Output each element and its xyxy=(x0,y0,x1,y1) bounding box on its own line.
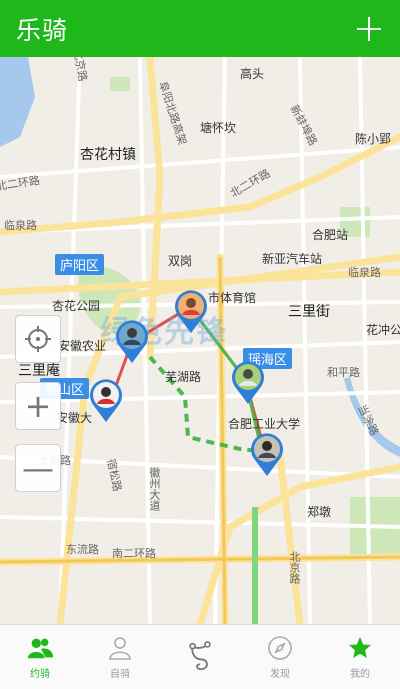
map-label: 合肥站 xyxy=(312,228,349,242)
rider-pin[interactable] xyxy=(172,289,210,335)
person-icon xyxy=(106,634,134,662)
map-label: 安徽农业 xyxy=(58,339,107,353)
map-label: 合肥工业大学 xyxy=(228,417,301,431)
tab-label: 自骑 xyxy=(110,669,130,680)
star-icon xyxy=(346,634,374,662)
rider-pin[interactable] xyxy=(248,432,286,478)
map-label: 三里庵 xyxy=(18,363,60,379)
map-label: 陈小郢 xyxy=(355,132,392,146)
group-icon xyxy=(26,634,54,662)
crosshair-icon xyxy=(25,326,51,352)
tab-bar: 约骑 自骑 发现 我的 xyxy=(0,624,400,689)
map-label: 南二环路 xyxy=(112,547,156,560)
tab-route[interactable] xyxy=(160,625,240,689)
tab-label: 发现 xyxy=(270,669,290,680)
map-label: 杏花公园 xyxy=(52,299,101,313)
zoom-in-button[interactable]: + xyxy=(15,382,61,430)
map-label: 郑墩 xyxy=(307,505,332,519)
map-label: 芜湖路 xyxy=(165,370,202,384)
map-label: 市体育馆 xyxy=(208,291,257,305)
rider-pin[interactable] xyxy=(229,360,267,406)
route-icon xyxy=(186,640,214,670)
rider-pin[interactable] xyxy=(87,378,125,424)
compass-icon xyxy=(266,634,294,662)
map-label: 双岗 xyxy=(168,254,193,268)
app-bar: 乐骑 xyxy=(0,0,400,57)
map-label: 新亚汽车站 xyxy=(262,252,323,266)
map-label: 东流路 xyxy=(66,543,99,556)
tab-solo-ride[interactable]: 自骑 xyxy=(80,625,160,689)
map-label: 临泉路 xyxy=(4,219,37,232)
tab-label: 约骑 xyxy=(30,669,50,680)
map-label: 临泉路 xyxy=(348,266,381,279)
map-view[interactable]: 北京路 阜阳北路高架 高头 新蚌埠路 杏花村镇 塘怀坎 陈小郢 北二环路 北二环… xyxy=(0,57,400,624)
locate-button[interactable] xyxy=(15,315,61,363)
add-icon[interactable] xyxy=(352,12,386,46)
tab-discover[interactable]: 发现 xyxy=(240,625,320,689)
map-label: 北京路 xyxy=(288,551,301,584)
map-label: 徽州大道 xyxy=(148,467,161,511)
rider-pin[interactable] xyxy=(113,319,151,365)
map-label: 和平路 xyxy=(327,366,360,379)
map-label: 花冲公 xyxy=(366,323,400,337)
map-label: 高头 xyxy=(240,67,265,81)
map-label: 杏花村镇 xyxy=(80,147,136,163)
tab-mine[interactable]: 我的 xyxy=(320,625,400,689)
zoom-out-button[interactable]: — xyxy=(15,444,61,492)
tab-label: 我的 xyxy=(350,669,370,680)
app-title: 乐骑 xyxy=(16,15,69,45)
tab-group-ride[interactable]: 约骑 xyxy=(0,625,80,689)
map-label: 塘怀坎 xyxy=(200,121,237,135)
map-label: 三里街 xyxy=(288,304,330,320)
map-label: 庐阳区 xyxy=(55,254,105,275)
